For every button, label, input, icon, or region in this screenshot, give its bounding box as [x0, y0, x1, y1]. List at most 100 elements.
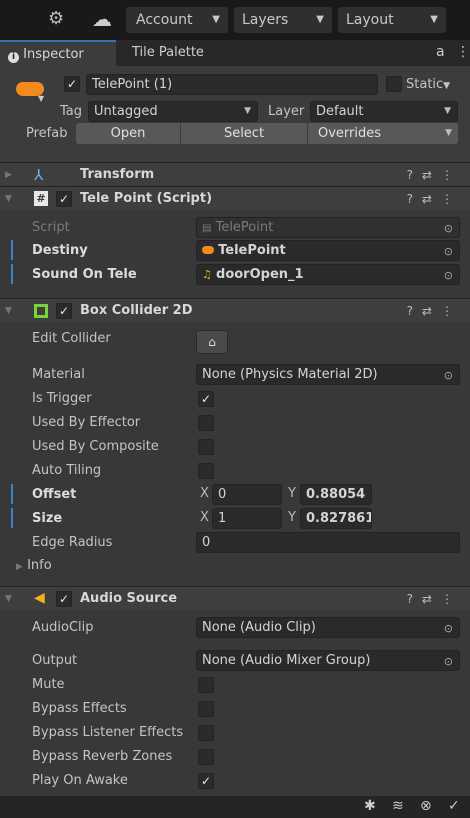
transform-header[interactable]: ▶ ⅄ Transform ?⇄⋮ — [0, 162, 470, 186]
settings-icon[interactable]: ⚙ — [48, 8, 64, 29]
script-value: TelePoint — [215, 220, 274, 235]
static-checkbox[interactable] — [386, 76, 402, 92]
audio-clip-icon: ♫ — [202, 268, 212, 281]
offset-y-field[interactable]: 0.88054 — [300, 484, 372, 505]
audio-clip-field[interactable]: None (Audio Clip) ⊙ — [196, 617, 460, 638]
prefab-open-button[interactable]: Open — [76, 123, 180, 144]
chevron-down-icon: ▼ — [212, 14, 220, 25]
bypass-effects-checkbox[interactable] — [198, 701, 214, 717]
target-icon[interactable]: ⊙ — [444, 652, 453, 670]
component-header-icons[interactable]: ?⇄⋮ — [407, 163, 462, 187]
fold-right-icon[interactable]: ▶ — [5, 163, 12, 187]
target-icon[interactable]: ⊙ — [444, 366, 453, 384]
prefab-label: Prefab — [26, 126, 68, 141]
active-checkbox[interactable]: ✓ — [64, 76, 80, 92]
script-file-icon: ▤ — [202, 223, 212, 234]
size-x-field[interactable]: 1 — [212, 508, 282, 529]
target-icon[interactable]: ⊙ — [444, 242, 453, 260]
telepoint-script-header[interactable]: ▼ # ✓ Tele Point (Script) ?⇄⋮ — [0, 186, 470, 210]
offset-x-field[interactable]: 0 — [212, 484, 282, 505]
output-value: None (Audio Mixer Group) — [202, 653, 371, 668]
bug-icon[interactable]: ✱ — [364, 798, 376, 814]
edge-radius-field[interactable]: 0 — [196, 532, 460, 553]
info-foldout[interactable]: ▶ Info — [16, 556, 52, 577]
mute-checkbox[interactable] — [198, 677, 214, 693]
stack-icon[interactable]: ≋ — [392, 798, 404, 814]
script-icon: # — [34, 191, 48, 206]
prefab-overrides-dropdown[interactable]: Overrides ▼ — [308, 123, 458, 144]
more-icon[interactable]: ⋮ — [456, 44, 470, 60]
target-icon[interactable]: ⊙ — [444, 266, 453, 284]
output-field[interactable]: None (Audio Mixer Group) ⊙ — [196, 650, 460, 671]
material-label: Material — [32, 367, 85, 382]
destiny-label: Destiny — [32, 243, 88, 258]
offset-x-label[interactable]: X — [200, 486, 209, 501]
fold-down-icon[interactable]: ▼ — [5, 187, 12, 211]
bypass-reverb-zones-label: Bypass Reverb Zones — [32, 749, 173, 764]
prefab-select-button[interactable]: Select — [181, 123, 307, 144]
used-by-effector-checkbox[interactable] — [198, 415, 214, 431]
bypass-listener-effects-checkbox[interactable] — [198, 725, 214, 741]
tab-inspector[interactable]: i Inspector — [0, 40, 116, 66]
layout-dropdown[interactable]: Layout ▼ — [338, 7, 446, 33]
used-by-composite-checkbox[interactable] — [198, 439, 214, 455]
network-icon[interactable]: ⊗ — [420, 798, 432, 814]
tag-value: Untagged — [94, 104, 158, 119]
mute-label: Mute — [32, 677, 65, 692]
sound-on-tele-label: Sound On Tele — [32, 267, 137, 282]
offset-y-label[interactable]: Y — [288, 486, 296, 501]
collider-enabled-checkbox[interactable]: ✓ — [56, 303, 72, 319]
status-bar: ✱ ≋ ⊗ ✓ — [0, 796, 470, 818]
audio-enabled-checkbox[interactable]: ✓ — [56, 591, 72, 607]
script-enabled-checkbox[interactable]: ✓ — [56, 191, 72, 207]
destiny-field[interactable]: TelePoint ⊙ — [196, 240, 460, 261]
component-header-icons[interactable]: ?⇄⋮ — [407, 187, 462, 211]
audio-source-title: Audio Source — [80, 591, 178, 606]
object-name-field[interactable]: TelePoint (1) — [86, 74, 378, 95]
transform-icon: ⅄ — [34, 166, 44, 184]
lock-icon[interactable]: a — [436, 44, 445, 60]
tab-tile-palette[interactable]: Tile Palette — [124, 40, 224, 66]
box-collider-title: Box Collider 2D — [80, 303, 193, 318]
icon-dropdown-arrow[interactable]: ▼ — [38, 94, 44, 103]
component-header-icons[interactable]: ?⇄⋮ — [407, 299, 462, 323]
component-header-icons[interactable]: ?⇄⋮ — [407, 587, 462, 611]
sound-on-tele-field[interactable]: ♫ doorOpen_1 ⊙ — [196, 264, 460, 285]
bypass-reverb-zones-checkbox[interactable] — [198, 749, 214, 765]
fold-down-icon[interactable]: ▼ — [5, 587, 12, 611]
audio-source-header[interactable]: ▼ ◀ ✓ Audio Source ?⇄⋮ — [0, 586, 470, 610]
tag-label: Tag — [60, 104, 83, 119]
layer-dropdown[interactable]: Default ▼ — [310, 101, 458, 122]
box-collider-icon — [34, 304, 48, 318]
target-icon[interactable]: ⊙ — [444, 619, 453, 637]
used-by-effector-label: Used By Effector — [32, 415, 141, 430]
material-field[interactable]: None (Physics Material 2D) ⊙ — [196, 364, 460, 385]
speaker-icon: ◀ — [34, 590, 45, 606]
tag-dropdown[interactable]: Untagged ▼ — [88, 101, 258, 122]
check-circle-icon[interactable]: ✓ — [448, 798, 460, 814]
cloud-icon[interactable]: ☁ — [92, 7, 112, 31]
box-collider-header[interactable]: ▼ ✓ Box Collider 2D ?⇄⋮ — [0, 298, 470, 322]
layer-value: Default — [316, 104, 364, 119]
audio-clip-label: AudioClip — [32, 620, 94, 635]
destiny-value: TelePoint — [218, 243, 286, 258]
account-dropdown[interactable]: Account ▼ — [126, 7, 228, 33]
play-on-awake-checkbox[interactable]: ✓ — [198, 773, 214, 789]
object-header: ▼ ✓ TelePoint (1) Static▼ Tag Untagged ▼ … — [0, 66, 470, 162]
static-dropdown[interactable]: Static▼ — [406, 74, 450, 97]
chevron-down-icon: ▼ — [244, 106, 251, 116]
target-icon: ⊙ — [443, 222, 453, 235]
chevron-down-icon: ▼ — [444, 106, 451, 116]
tab-bar: i Inspector Tile Palette a ⋮ — [0, 40, 470, 66]
auto-tiling-checkbox[interactable] — [198, 463, 214, 479]
size-y-field[interactable]: 0.827861 — [300, 508, 372, 529]
script-field: ▤ TelePoint ⊙ — [196, 217, 460, 238]
size-x-label[interactable]: X — [200, 510, 209, 525]
layers-dropdown[interactable]: Layers ▼ — [234, 7, 332, 33]
fold-right-icon: ▶ — [16, 562, 23, 572]
chevron-down-icon: ▼ — [430, 14, 438, 25]
edit-collider-button[interactable]: ⌂ — [196, 330, 228, 354]
size-y-label[interactable]: Y — [288, 510, 296, 525]
fold-down-icon[interactable]: ▼ — [5, 299, 12, 323]
is-trigger-checkbox[interactable]: ✓ — [198, 391, 214, 407]
